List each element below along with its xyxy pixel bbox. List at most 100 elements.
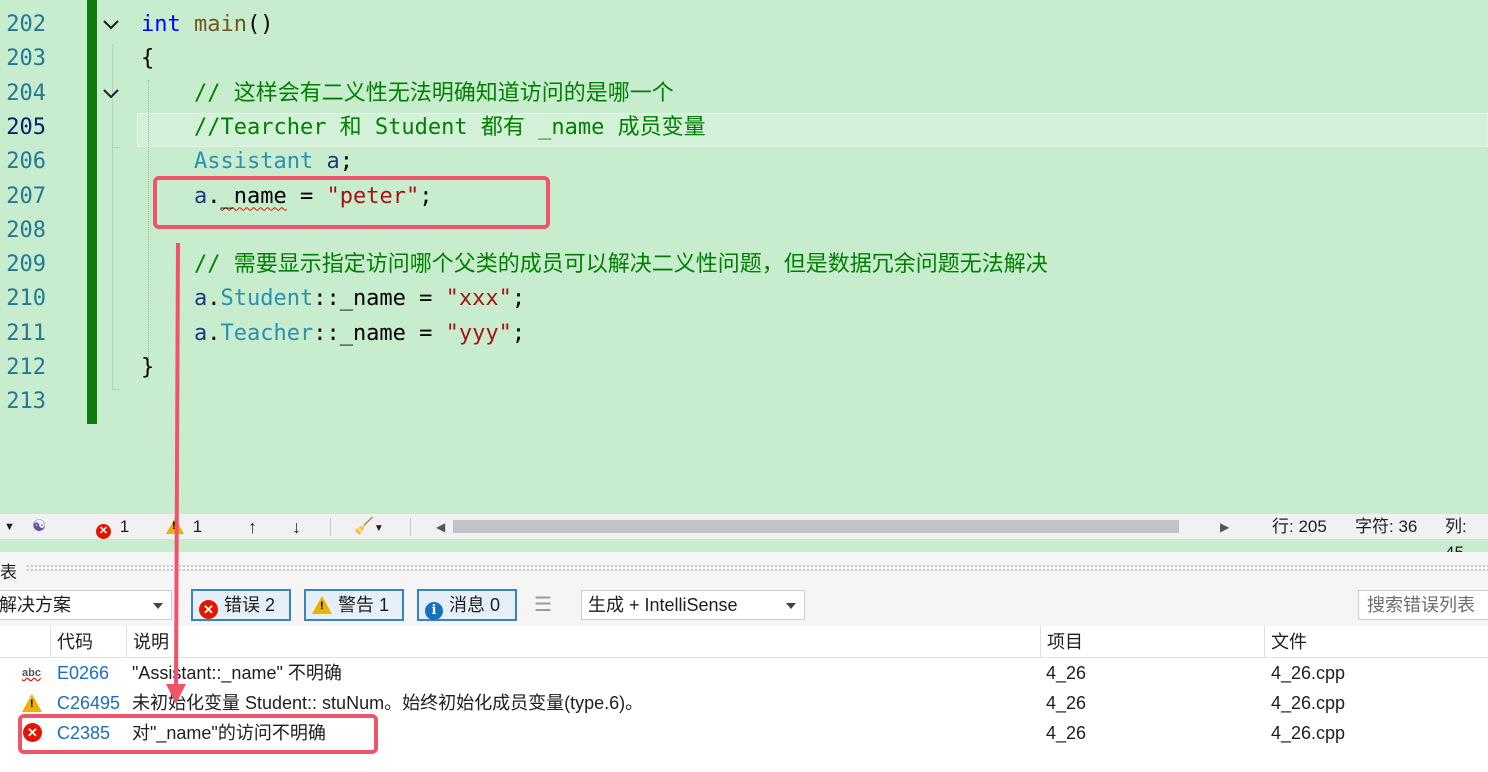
error-count-indicator[interactable]: ✕ 1 xyxy=(96,514,129,540)
code-line[interactable]: 202 int main() xyxy=(0,8,1488,42)
code-token: Teacher xyxy=(220,320,314,346)
scope-dropdown[interactable]: 解决方案 xyxy=(0,590,172,620)
errors-filter-button[interactable]: ✕ 错误 2 xyxy=(191,589,291,621)
line-number: 206 xyxy=(6,149,46,175)
fold-chevron-icon[interactable] xyxy=(98,77,126,111)
column-header-code[interactable]: 代码 xyxy=(50,626,126,658)
code-token: //Tearcher 和 Student 都有 _name 成员变量 xyxy=(193,114,706,140)
panel-title: 表 xyxy=(0,563,17,582)
table-row[interactable]: abc E0266 "Assistant::_name" 不明确 4_26 4_… xyxy=(0,658,1488,688)
code-text: { xyxy=(141,42,154,76)
intellisense-brain-icon[interactable]: ☯ xyxy=(32,514,46,540)
code-token: "xxx" xyxy=(445,286,512,312)
spell-check-icon: abc xyxy=(22,667,41,679)
scroll-right-arrow-icon[interactable]: ▶ xyxy=(1220,514,1229,540)
error-file: 4_26.cpp xyxy=(1271,723,1346,743)
code-line[interactable]: 210 a.Student::_name = "xxx"; xyxy=(0,282,1488,316)
warning-icon: ! xyxy=(22,694,42,712)
annotation-box-error xyxy=(18,714,378,754)
error-project: 4_26 xyxy=(1046,723,1087,743)
column-header-icon[interactable] xyxy=(10,626,50,658)
cleanup-broom-icon[interactable]: 🧹▼ xyxy=(354,514,384,542)
code-line[interactable]: 205 //Tearcher 和 Student 都有 _name 成员变量 xyxy=(0,111,1488,145)
filter-settings-icon[interactable]: ☰ xyxy=(534,592,552,617)
code-line[interactable]: 204 // 这样会有二义性无法明确知道访问的是哪一个 xyxy=(0,77,1488,111)
error-icon: ✕ xyxy=(96,524,111,539)
warning-count-indicator[interactable]: ! 1 xyxy=(166,514,202,540)
code-token: ; xyxy=(511,320,526,346)
line-number: 209 xyxy=(6,252,46,278)
error-file: 4_26.cpp xyxy=(1271,663,1346,683)
horizontal-scrollbar-thumb[interactable] xyxy=(453,520,1179,533)
code-token: a xyxy=(326,149,340,175)
cursor-char: 字符: 36 xyxy=(1355,517,1418,536)
chevron-down-icon xyxy=(153,603,163,609)
code-line[interactable]: 209 // 需要显示指定访问哪个父类的成员可以解决二义性问题，但是数据冗余问题… xyxy=(0,248,1488,282)
code-line[interactable]: 211 a.Teacher::_name = "yyy"; xyxy=(0,317,1488,351)
line-number: 207 xyxy=(6,183,46,209)
annotation-box-code xyxy=(153,176,550,229)
panel-grip xyxy=(26,564,1488,571)
code-token: ; xyxy=(339,149,353,175)
error-description: "Assistant::_name" 不明确 xyxy=(132,663,342,683)
warning-icon: ! xyxy=(312,596,332,614)
code-token: a xyxy=(193,286,208,312)
code-line[interactable]: 212} xyxy=(0,351,1488,385)
column-header-project[interactable]: 项目 xyxy=(1040,626,1264,658)
code-text: Assistant a; xyxy=(141,145,353,179)
separator xyxy=(410,518,411,536)
code-text: //Tearcher 和 Student 都有 _name 成员变量 xyxy=(141,111,706,145)
code-text: // 这样会有二义性无法明确知道访问的是哪一个 xyxy=(141,77,674,111)
line-number: 213 xyxy=(6,389,46,415)
code-text: a.Student::_name = "xxx"; xyxy=(141,282,525,316)
chevron-down-icon xyxy=(786,603,796,609)
line-number: 212 xyxy=(6,355,46,380)
code-line[interactable]: 206 Assistant a; xyxy=(0,145,1488,179)
code-line[interactable]: 203 { xyxy=(0,42,1488,76)
error-project: 4_26 xyxy=(1046,663,1087,683)
code-line[interactable]: 213 xyxy=(0,385,1488,419)
code-editor[interactable]: 202 int main() 203 {204 // 这样会有二义性无法明确知道访问的… xyxy=(0,0,1488,514)
error-file: 4_26.cpp xyxy=(1271,693,1346,713)
scroll-left-arrow-icon[interactable]: ◀ xyxy=(436,514,445,540)
line-number: 202 xyxy=(6,12,46,37)
error-list-grid: abc E0266 "Assistant::_name" 不明确 4_26 4_… xyxy=(0,658,1488,772)
code-token: Student xyxy=(220,286,314,312)
code-text: a.Teacher::_name = "yyy"; xyxy=(141,317,525,351)
line-number: 204 xyxy=(6,80,46,106)
warnings-filter-button[interactable]: ! 警告 1 xyxy=(304,589,404,621)
column-header-file[interactable]: 文件 xyxy=(1264,626,1488,658)
code-token: int xyxy=(141,12,181,37)
code-token: main xyxy=(194,12,247,37)
error-project: 4_26 xyxy=(1046,693,1087,713)
code-text: } xyxy=(141,351,154,385)
code-text: int main() xyxy=(141,8,273,42)
separator xyxy=(330,518,331,536)
error-code-link[interactable]: E0266 xyxy=(57,658,109,688)
fold-chevron-icon[interactable] xyxy=(98,8,126,42)
line-number: 210 xyxy=(6,286,46,312)
code-token: . xyxy=(207,320,221,346)
line-number: 211 xyxy=(6,320,46,346)
error-list-title-bar[interactable]: 表 xyxy=(0,552,1488,584)
search-error-list-input[interactable]: 搜索错误列表 xyxy=(1358,590,1488,620)
line-number: 205 xyxy=(6,114,46,140)
dropdown-arrow-icon[interactable]: ▼ xyxy=(4,514,15,540)
build-intellisense-dropdown[interactable]: 生成 + IntelliSense xyxy=(581,590,805,620)
code-token: ; xyxy=(511,286,526,312)
previous-issue-arrow-icon[interactable]: ↑ xyxy=(248,514,257,540)
line-number: 203 xyxy=(6,46,46,72)
column-header-description[interactable]: 说明 xyxy=(126,626,1040,658)
code-token: a xyxy=(193,320,208,346)
code-text: // 需要显示指定访问哪个父类的成员可以解决二义性问题，但是数据冗余问题无法解决 xyxy=(141,248,1048,282)
code-token: () xyxy=(246,12,274,37)
next-issue-arrow-icon[interactable]: ↓ xyxy=(292,514,301,540)
messages-filter-button[interactable]: i 消息 0 xyxy=(417,589,517,621)
